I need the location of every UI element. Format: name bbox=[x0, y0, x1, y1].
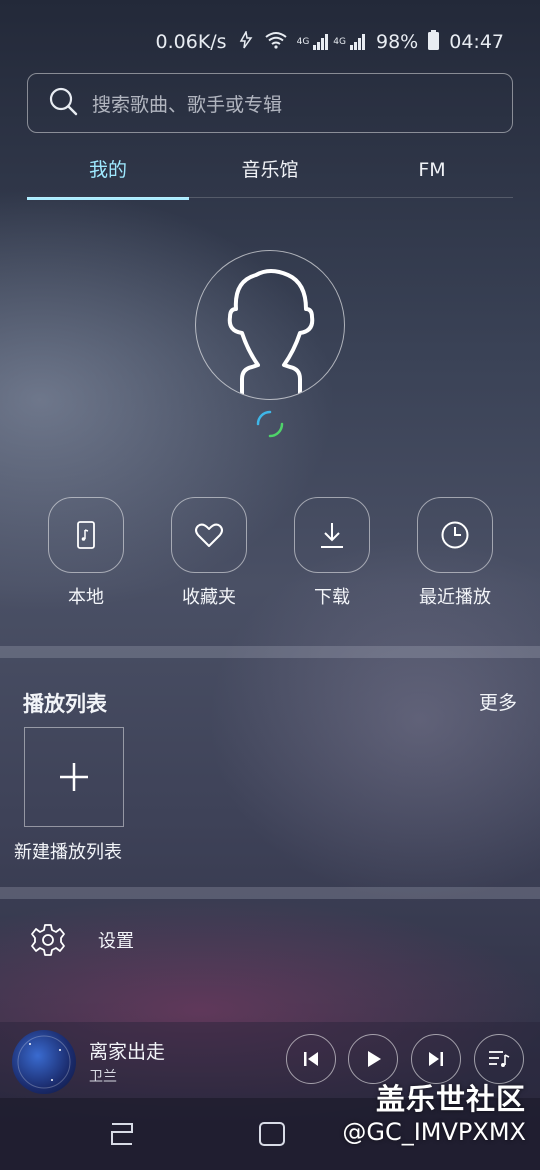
previous-button[interactable] bbox=[286, 1034, 336, 1084]
home-icon[interactable] bbox=[257, 1120, 287, 1152]
quick-local[interactable]: 本地 bbox=[48, 497, 124, 609]
battery-icon bbox=[428, 29, 440, 55]
settings-row[interactable]: 设置 bbox=[30, 918, 134, 962]
tab-fm[interactable]: FM bbox=[351, 150, 513, 200]
signal-icon-2 bbox=[350, 34, 365, 50]
default-avatar-icon bbox=[227, 269, 315, 399]
plus-icon bbox=[60, 763, 88, 791]
tab-bar: 我的 音乐馆 FM bbox=[27, 150, 513, 200]
local-button[interactable] bbox=[48, 497, 124, 573]
search-icon bbox=[48, 86, 78, 120]
download-label: 下载 bbox=[314, 587, 350, 608]
settings-label: 设置 bbox=[98, 931, 134, 952]
section-divider bbox=[0, 646, 540, 658]
heart-icon bbox=[195, 523, 223, 547]
status-bar: 0.06K/s 4G 4G 98% 04:47 bbox=[156, 28, 504, 56]
avatar[interactable] bbox=[195, 250, 345, 400]
favorites-label: 收藏夹 bbox=[182, 587, 236, 608]
recent-apps-icon[interactable] bbox=[108, 1120, 136, 1152]
loading-spinner-icon bbox=[254, 408, 286, 440]
download-icon bbox=[321, 523, 343, 548]
data-saver-icon bbox=[237, 29, 255, 54]
skip-previous-icon bbox=[304, 1052, 318, 1066]
phone-music-icon bbox=[77, 521, 95, 549]
network-type-1: 4G bbox=[296, 37, 310, 47]
playlist-more-link[interactable]: 更多 bbox=[479, 688, 517, 715]
play-icon bbox=[368, 1051, 381, 1067]
recent-label: 最近播放 bbox=[419, 587, 491, 608]
network-type-2: 4G bbox=[333, 37, 346, 47]
favorites-button[interactable] bbox=[171, 497, 247, 573]
battery-percent: 98% bbox=[376, 31, 419, 53]
album-cover[interactable] bbox=[12, 1030, 76, 1094]
search-bar[interactable]: 搜索歌曲、歌手或专辑 bbox=[27, 73, 513, 133]
skip-next-icon bbox=[429, 1052, 443, 1066]
album-art bbox=[17, 1035, 71, 1089]
local-label: 本地 bbox=[68, 587, 104, 608]
section-divider-2 bbox=[0, 887, 540, 899]
signal-group: 4G 4G bbox=[297, 34, 366, 50]
queue-music-icon bbox=[489, 1051, 510, 1067]
clock-time: 04:47 bbox=[449, 31, 504, 53]
gear-icon bbox=[31, 924, 65, 956]
search-placeholder: 搜索歌曲、歌手或专辑 bbox=[92, 93, 283, 116]
quick-recent[interactable]: 最近播放 bbox=[417, 497, 493, 609]
new-playlist-label: 新建播放列表 bbox=[14, 842, 122, 863]
watermark-title: 盖乐世社区 bbox=[375, 1082, 526, 1116]
tab-music-hall[interactable]: 音乐馆 bbox=[189, 150, 351, 200]
signal-icon bbox=[313, 34, 329, 50]
new-playlist-button[interactable] bbox=[24, 727, 124, 827]
watermark-handle: @GC_IMVPXMX bbox=[342, 1118, 526, 1146]
download-button[interactable] bbox=[294, 497, 370, 573]
song-artist: 卫兰 bbox=[89, 1069, 117, 1085]
tab-mine[interactable]: 我的 bbox=[27, 150, 189, 200]
song-title: 离家出走 bbox=[89, 1041, 166, 1063]
wifi-icon bbox=[264, 31, 287, 54]
network-speed: 0.06K/s bbox=[155, 31, 227, 53]
quick-favorites[interactable]: 收藏夹 bbox=[171, 497, 247, 609]
quick-download[interactable]: 下载 bbox=[294, 497, 370, 609]
clock-icon bbox=[441, 521, 469, 549]
tab-divider bbox=[27, 197, 513, 198]
playlist-title: 播放列表 bbox=[23, 692, 107, 716]
recent-button[interactable] bbox=[417, 497, 493, 573]
